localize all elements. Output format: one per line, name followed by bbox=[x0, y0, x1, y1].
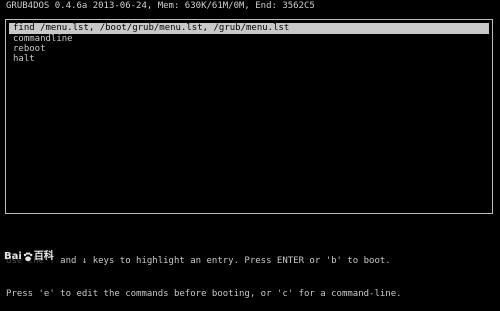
boot-menu-list: find /menu.lst, /boot/grub/menu.lst, /gr… bbox=[9, 23, 489, 64]
menu-item-reboot[interactable]: reboot bbox=[9, 44, 489, 54]
help-line-1: Use the ↑ and ↓ keys to highlight an ent… bbox=[6, 256, 391, 266]
menu-item-commandline[interactable]: commandline bbox=[9, 34, 489, 44]
help-text: Use the ↑ and ↓ keys to highlight an ent… bbox=[6, 234, 402, 311]
menu-item-halt[interactable]: halt bbox=[9, 54, 489, 64]
paw-icon bbox=[23, 252, 33, 262]
baidu-watermark: Bai 百科 bbox=[3, 250, 58, 264]
watermark-text-left: Bai bbox=[4, 251, 22, 262]
boot-menu-box: find /menu.lst, /boot/grub/menu.lst, /gr… bbox=[5, 19, 493, 214]
watermark-text-right: 百科 bbox=[33, 251, 54, 262]
header-status-line: GRUB4DOS 0.4.6a 2013-06-24, Mem: 630K/61… bbox=[6, 1, 315, 11]
menu-item-find-menu-lst[interactable]: find /menu.lst, /boot/grub/menu.lst, /gr… bbox=[9, 23, 489, 34]
help-line-2: Press 'e' to edit the commands before bo… bbox=[6, 289, 402, 299]
